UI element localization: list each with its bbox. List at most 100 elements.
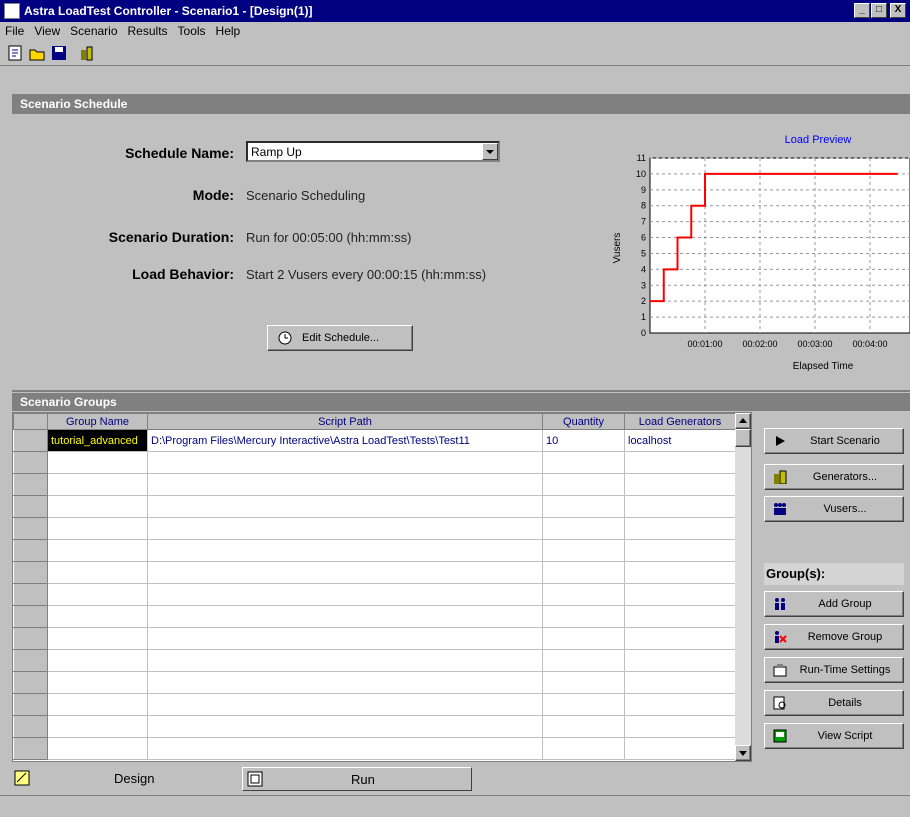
table-cell[interactable] xyxy=(624,715,736,738)
table-cell[interactable] xyxy=(47,583,148,606)
table-cell[interactable] xyxy=(624,451,736,474)
table-row[interactable] xyxy=(13,539,736,562)
table-cell[interactable] xyxy=(47,715,148,738)
table-cell[interactable] xyxy=(624,473,736,496)
table-row[interactable] xyxy=(13,473,736,496)
table-row[interactable] xyxy=(13,561,736,584)
runtime-settings-button[interactable]: Run-Time Settings xyxy=(764,657,904,683)
table-row[interactable] xyxy=(13,715,736,738)
schedule-name-select[interactable]: Ramp Up xyxy=(246,141,500,162)
table-cell[interactable] xyxy=(47,451,148,474)
table-cell[interactable] xyxy=(47,495,148,518)
scroll-thumb[interactable] xyxy=(735,429,751,447)
table-cell[interactable] xyxy=(47,693,148,716)
row-header[interactable] xyxy=(13,473,48,496)
table-scrollbar[interactable] xyxy=(735,413,751,761)
column-header-script-path[interactable]: Script Path xyxy=(147,413,543,430)
table-cell[interactable] xyxy=(542,715,625,738)
row-header[interactable] xyxy=(13,649,48,672)
table-cell[interactable] xyxy=(47,627,148,650)
table-cell[interactable] xyxy=(542,495,625,518)
table-cell[interactable] xyxy=(624,539,736,562)
table-cell[interactable] xyxy=(624,605,736,628)
table-cell[interactable] xyxy=(542,737,625,760)
column-header-load-generators[interactable]: Load Generators xyxy=(624,413,736,430)
row-header[interactable] xyxy=(13,671,48,694)
table-cell[interactable] xyxy=(147,693,543,716)
details-button[interactable]: Details xyxy=(764,690,904,716)
save-icon[interactable] xyxy=(50,44,68,62)
maximize-button[interactable]: □ xyxy=(871,3,887,18)
table-cell[interactable] xyxy=(542,561,625,584)
row-header[interactable] xyxy=(13,517,48,540)
table-cell[interactable] xyxy=(147,627,543,650)
corner-cell[interactable] xyxy=(13,413,48,430)
row-header[interactable] xyxy=(13,605,48,628)
quantity-cell[interactable]: 10 xyxy=(542,429,625,452)
generators-icon[interactable] xyxy=(78,44,96,62)
row-header[interactable] xyxy=(13,429,48,452)
group-name-cell[interactable]: tutorial_advanced xyxy=(47,429,148,452)
table-cell[interactable] xyxy=(147,605,543,628)
scroll-down-button[interactable] xyxy=(735,745,751,761)
table-cell[interactable] xyxy=(542,583,625,606)
table-row[interactable] xyxy=(13,627,736,650)
table-cell[interactable] xyxy=(542,451,625,474)
table-row[interactable]: tutorial_advanced D:\Program Files\Mercu… xyxy=(13,429,736,452)
table-cell[interactable] xyxy=(542,473,625,496)
add-group-button[interactable]: Add Group xyxy=(764,591,904,617)
menu-view[interactable]: View xyxy=(29,22,65,40)
vusers-button[interactable]: Vusers... xyxy=(764,496,904,522)
row-header[interactable] xyxy=(13,737,48,760)
table-cell[interactable] xyxy=(147,561,543,584)
row-header[interactable] xyxy=(13,693,48,716)
table-cell[interactable] xyxy=(47,649,148,672)
table-cell[interactable] xyxy=(147,737,543,760)
row-header[interactable] xyxy=(13,715,48,738)
table-cell[interactable] xyxy=(147,473,543,496)
row-header[interactable] xyxy=(13,495,48,518)
table-row[interactable] xyxy=(13,495,736,518)
table-cell[interactable] xyxy=(47,517,148,540)
table-cell[interactable] xyxy=(147,451,543,474)
table-cell[interactable] xyxy=(542,539,625,562)
generators-button[interactable]: Generators... xyxy=(764,464,904,490)
menu-results[interactable]: Results xyxy=(123,22,173,40)
table-row[interactable] xyxy=(13,671,736,694)
script-path-cell[interactable]: D:\Program Files\Mercury Interactive\Ast… xyxy=(147,429,543,452)
tab-design[interactable]: Design xyxy=(12,767,242,791)
remove-group-button[interactable]: Remove Group xyxy=(764,624,904,650)
chevron-down-icon[interactable] xyxy=(482,143,498,160)
view-script-button[interactable]: View Script xyxy=(764,723,904,749)
row-header[interactable] xyxy=(13,451,48,474)
table-cell[interactable] xyxy=(147,649,543,672)
load-generators-cell[interactable]: localhost xyxy=(624,429,736,452)
row-header[interactable] xyxy=(13,583,48,606)
table-cell[interactable] xyxy=(47,539,148,562)
table-row[interactable] xyxy=(13,605,736,628)
minimize-button[interactable]: _ xyxy=(854,3,870,18)
table-row[interactable] xyxy=(13,517,736,540)
table-row[interactable] xyxy=(13,737,736,760)
table-cell[interactable] xyxy=(624,671,736,694)
table-cell[interactable] xyxy=(542,671,625,694)
table-row[interactable] xyxy=(13,649,736,672)
table-cell[interactable] xyxy=(147,517,543,540)
table-cell[interactable] xyxy=(542,649,625,672)
table-cell[interactable] xyxy=(47,605,148,628)
row-header[interactable] xyxy=(13,627,48,650)
open-icon[interactable] xyxy=(28,44,46,62)
table-cell[interactable] xyxy=(542,605,625,628)
start-scenario-button[interactable]: Start Scenario xyxy=(764,428,904,454)
column-header-quantity[interactable]: Quantity xyxy=(542,413,625,430)
table-cell[interactable] xyxy=(542,517,625,540)
table-cell[interactable] xyxy=(47,671,148,694)
menu-tools[interactable]: Tools xyxy=(173,22,211,40)
new-scenario-icon[interactable] xyxy=(6,44,24,62)
table-cell[interactable] xyxy=(624,649,736,672)
table-cell[interactable] xyxy=(47,737,148,760)
table-cell[interactable] xyxy=(624,517,736,540)
table-cell[interactable] xyxy=(624,693,736,716)
menu-file[interactable]: File xyxy=(0,22,29,40)
edit-schedule-button[interactable]: Edit Schedule... xyxy=(267,325,413,351)
